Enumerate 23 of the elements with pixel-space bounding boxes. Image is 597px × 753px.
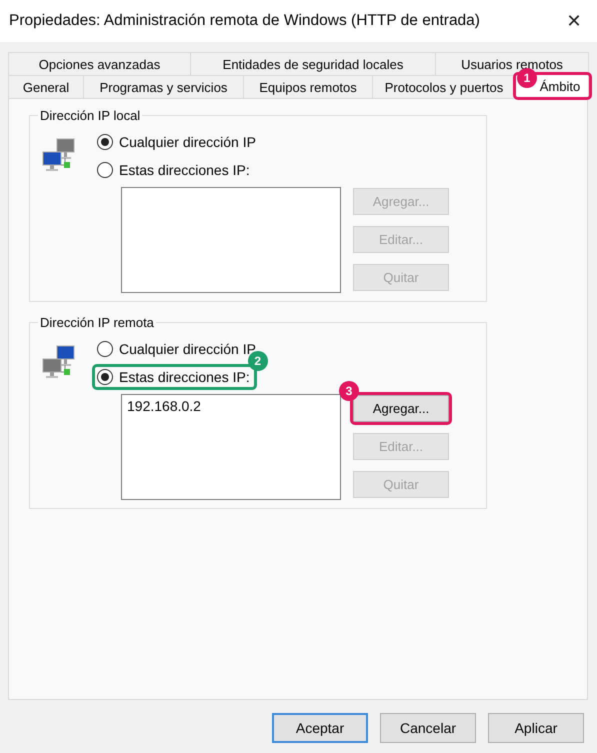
radio-option[interactable]: Estas direcciones IP:	[97, 160, 252, 180]
tab[interactable]: General	[8, 75, 84, 98]
group-title: Dirección IP local	[38, 108, 142, 123]
tab[interactable]: Entidades de seguridad locales	[190, 52, 436, 75]
dialog-button[interactable]: Aplicar	[488, 713, 584, 743]
callout-number: 2	[248, 351, 268, 371]
ip-address-item[interactable]: 192.168.0.2	[127, 398, 335, 414]
callout-number: 3	[339, 381, 359, 401]
address-list[interactable]: 192.168.0.2	[121, 394, 341, 500]
network-computers-icon	[42, 138, 76, 174]
tab[interactable]: Opciones avanzadas	[8, 52, 191, 75]
list-button[interactable]: Agregar...	[353, 395, 449, 422]
radio-option[interactable]: Cualquier dirección IP	[97, 132, 258, 152]
network-computers-icon	[42, 345, 76, 381]
dialog-button[interactable]: Cancelar	[380, 713, 476, 743]
tab[interactable]: Usuarios remotos	[435, 52, 589, 75]
address-list[interactable]	[121, 187, 341, 293]
tab[interactable]: Protocolos y puertos	[372, 75, 516, 98]
tab[interactable]: Equipos remotos	[243, 75, 373, 98]
dialog-button[interactable]: Aceptar	[272, 713, 368, 743]
group-title: Dirección IP remota	[38, 315, 156, 330]
tab[interactable]: Programas y servicios	[83, 75, 244, 98]
window-title: Propiedades: Administración remota de Windows (HTTP de entrada)	[9, 12, 480, 30]
